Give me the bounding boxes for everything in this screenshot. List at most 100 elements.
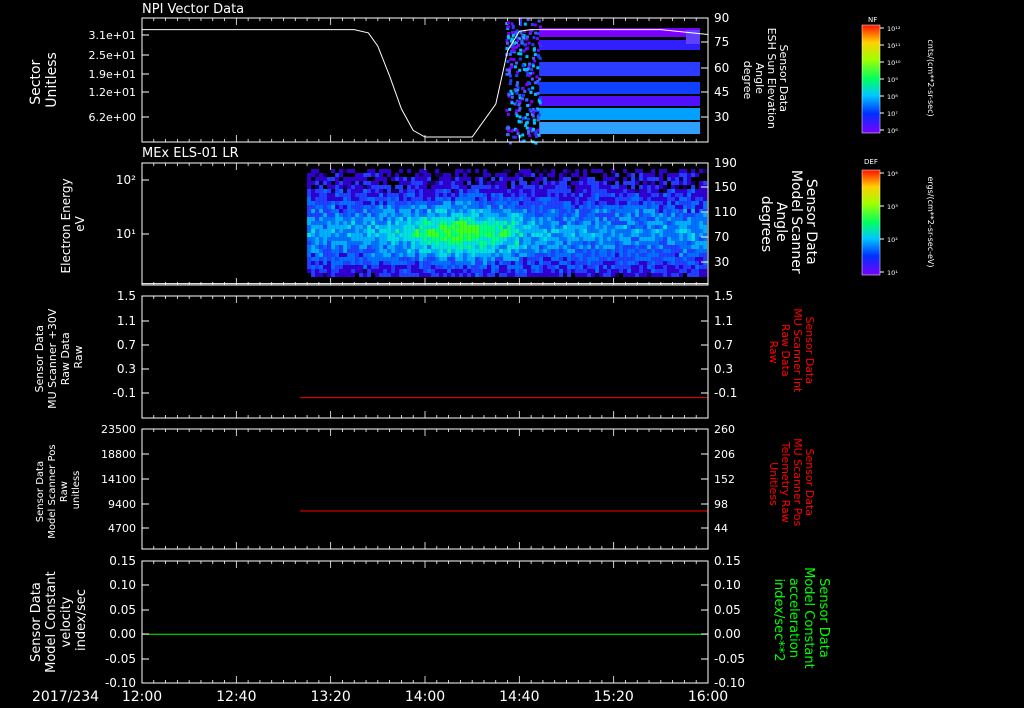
spectrogram-pixel xyxy=(539,257,544,261)
spectrogram-pixel xyxy=(526,129,530,133)
spectrogram-pixel xyxy=(510,95,514,99)
right-axis-ticks: 2602061529844 xyxy=(701,423,735,535)
spectrogram-pixel xyxy=(651,245,656,249)
spectrogram-pixel xyxy=(575,257,580,261)
spectrogram-pixel xyxy=(631,265,636,269)
spectrogram-pixel xyxy=(487,265,492,269)
spectrogram-pixel xyxy=(675,209,680,213)
spectrogram-pixel xyxy=(439,177,444,181)
spectrogram-pixel xyxy=(530,77,534,81)
spectrogram-pixel xyxy=(607,193,612,197)
spectrogram-pixel xyxy=(463,233,468,237)
spectrogram-pixel xyxy=(551,217,556,221)
spectrogram-pixel xyxy=(559,253,564,257)
spectrogram-pixel xyxy=(459,221,464,225)
spectrogram-pixel xyxy=(463,177,468,181)
spectrogram-pixel xyxy=(323,225,328,229)
spectrogram-pixel xyxy=(539,209,544,213)
spectrogram-pixel xyxy=(507,197,512,201)
spectrogram-pixel xyxy=(623,169,628,173)
spectrogram-pixel xyxy=(483,269,488,273)
spectrogram-pixel xyxy=(551,197,556,201)
spectrogram-pixel xyxy=(311,213,316,217)
spectrogram-pixel xyxy=(575,209,580,213)
spectrogram-pixel xyxy=(667,229,672,233)
spectrogram-pixel xyxy=(635,177,640,181)
spectrogram-pixel xyxy=(451,225,456,229)
spectrogram-pixel xyxy=(427,261,432,265)
spectrogram-pixel xyxy=(627,269,632,273)
spectrogram-pixel xyxy=(691,173,696,177)
spectrogram-pixel xyxy=(499,193,504,197)
spectrogram-pixel xyxy=(395,225,400,229)
spectrogram-pixel xyxy=(659,173,664,177)
spectrogram-pixel xyxy=(435,197,440,201)
spectrogram-pixel xyxy=(571,225,576,229)
spectrogram-pixel xyxy=(419,209,424,213)
spectrogram-pixel xyxy=(475,201,480,205)
tick-label: -0.10 xyxy=(714,676,745,690)
spectrogram-pixel xyxy=(463,269,468,273)
spectrogram-pixel xyxy=(479,245,484,249)
spectrogram-pixel xyxy=(695,273,700,277)
spectrogram-pixel xyxy=(343,241,348,245)
spectrogram-pixel xyxy=(347,261,352,265)
spectrogram-pixel xyxy=(531,249,536,253)
spectrogram-pixel xyxy=(563,177,568,181)
spectrogram-pixel xyxy=(415,225,420,229)
spectrogram-pixel xyxy=(551,213,556,217)
spectrogram-pixel xyxy=(539,201,544,205)
spectrogram-pixel xyxy=(643,209,648,213)
spectrogram-pixel xyxy=(659,209,664,213)
tick-label: 1.5 xyxy=(714,289,733,303)
spectrogram-pixel xyxy=(471,205,476,209)
spectrogram-pixel xyxy=(563,193,568,197)
spectrogram-pixel xyxy=(519,193,524,197)
spectrogram-pixel xyxy=(459,233,464,237)
spectrogram-pixel xyxy=(675,265,680,269)
spectrogram-pixel xyxy=(311,201,316,205)
spectrogram-pixel xyxy=(407,225,412,229)
spectrogram-pixel xyxy=(599,225,604,229)
spectrogram-pixel xyxy=(543,177,548,181)
tick-label: 30 xyxy=(714,255,729,269)
spectrogram-pixel xyxy=(467,213,472,217)
spectrogram-pixel xyxy=(455,261,460,265)
spectrogram-pixel xyxy=(627,189,632,193)
spectrogram-pixel xyxy=(599,269,604,273)
spectrogram-pixel xyxy=(351,185,356,189)
spectrogram-pixel xyxy=(451,205,456,209)
spectrogram-pixel xyxy=(539,253,544,257)
spectrogram-pixel xyxy=(343,249,348,253)
spectrogram-pixel xyxy=(415,197,420,201)
spectrogram-pixel xyxy=(491,217,496,221)
spectrogram-pixel xyxy=(455,173,460,177)
spectrogram-pixel xyxy=(687,181,692,185)
spectrogram-pixel xyxy=(511,193,516,197)
spectrogram-pixel xyxy=(327,193,332,197)
spectrogram-pixel xyxy=(479,225,484,229)
spectrogram-pixel xyxy=(535,197,540,201)
spectrogram-pixel xyxy=(509,57,513,61)
spectrogram-pixel xyxy=(527,185,532,189)
spectrogram-pixel xyxy=(587,269,592,273)
spectrogram-pixel xyxy=(399,177,404,181)
spectrogram-pixel xyxy=(575,173,580,177)
spectrogram-pixel xyxy=(495,249,500,253)
spectrogram-pixel xyxy=(451,185,456,189)
spectrogram-pixel xyxy=(611,177,616,181)
spectrogram-pixel xyxy=(639,209,644,213)
spectrogram-pixel xyxy=(371,249,376,253)
spectrogram-pixel xyxy=(687,265,692,269)
spectrogram-pixel xyxy=(363,233,368,237)
spectrogram-pixel xyxy=(459,249,464,253)
spectrogram-pixel xyxy=(515,253,520,257)
spectrogram-pixel xyxy=(335,225,340,229)
spectrogram-pixel xyxy=(671,221,676,225)
spectrogram-pixel xyxy=(375,197,380,201)
spectrogram-pixel xyxy=(399,269,404,273)
spectrogram-pixel xyxy=(583,253,588,257)
spectrogram-pixel xyxy=(391,225,396,229)
spectrogram-pixel xyxy=(479,237,484,241)
spectrogram-pixel xyxy=(631,237,636,241)
